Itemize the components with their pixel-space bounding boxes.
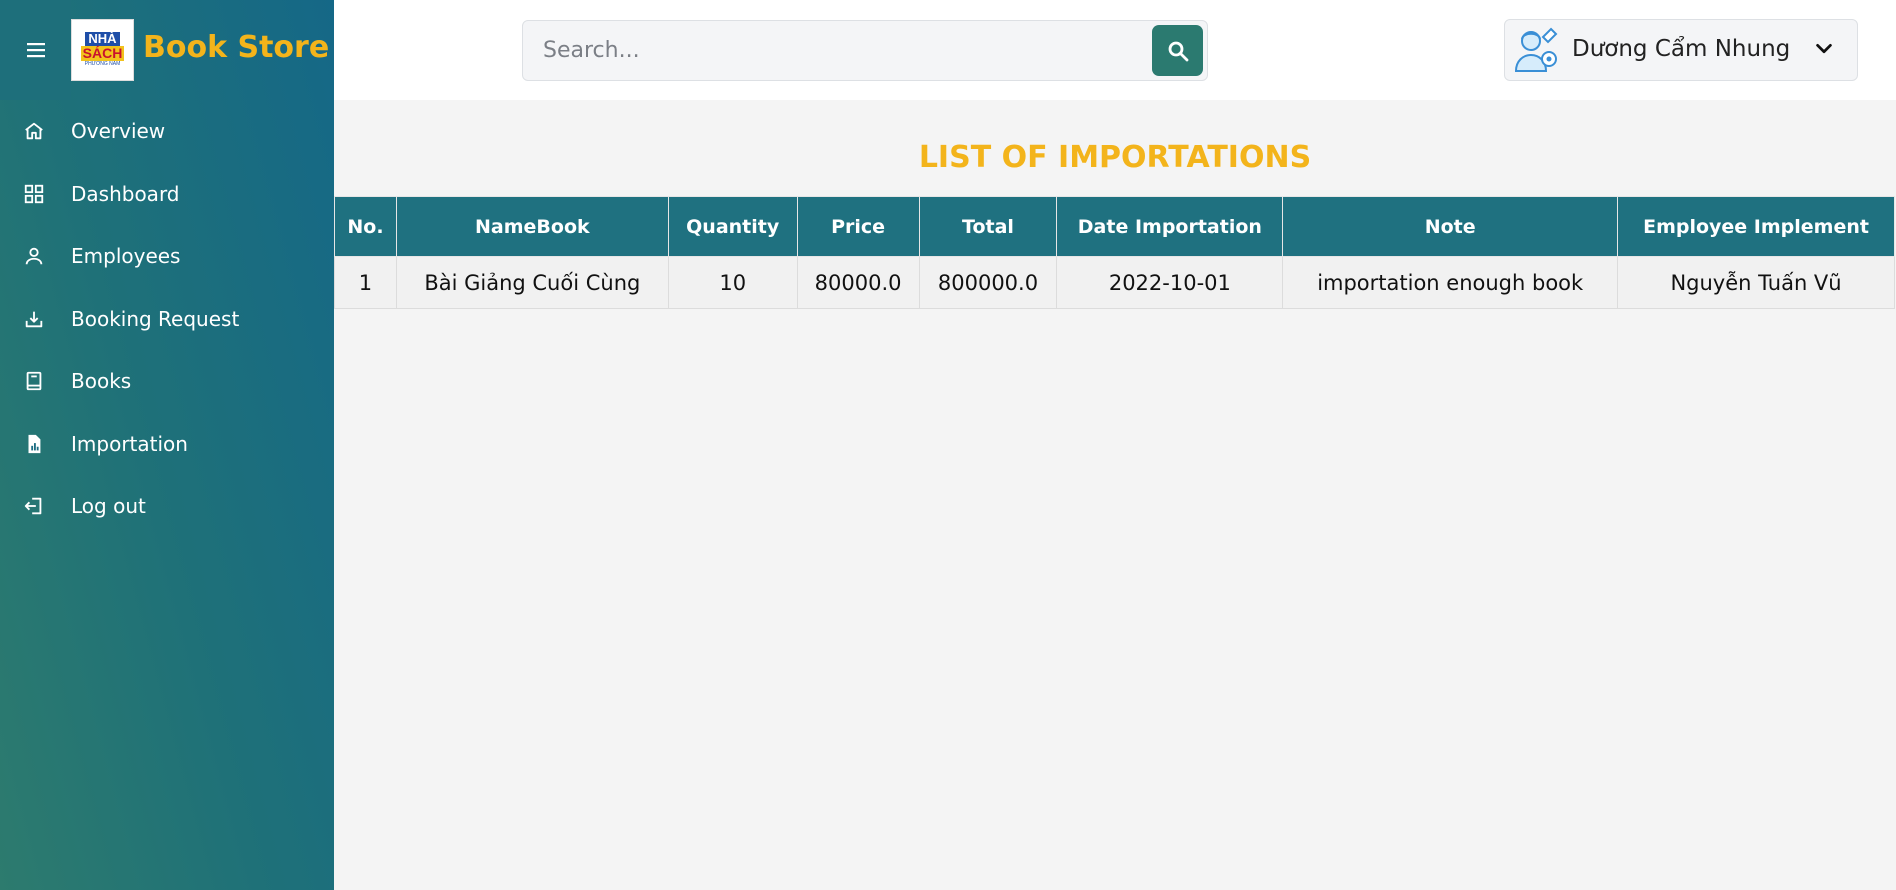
cell-date-importation: 2022-10-01 (1056, 256, 1284, 309)
cell-namebook: Bài Giảng Cuối Cùng (395, 256, 669, 309)
cell-price: 80000.0 (796, 256, 920, 309)
avatar-icon (1514, 27, 1558, 72)
sidebar-item-importation[interactable]: Importation (0, 413, 334, 476)
chevron-down-icon (1816, 43, 1832, 54)
sidebar-item-label: Overview (71, 119, 166, 144)
column-header-namebook: NameBook (395, 196, 669, 257)
sidebar-item-label: Log out (71, 494, 146, 519)
cell-note: importation enough book (1282, 256, 1619, 309)
sidebar-item-label: Employees (71, 244, 181, 269)
logo-line-1: NHÀ (85, 32, 120, 46)
cell-employee-implement: Nguyễn Tuấn Vũ (1617, 256, 1895, 309)
column-header-price: Price (796, 196, 920, 257)
table-row[interactable]: 1 Bài Giảng Cuối Cùng 10 80000.0 800000.… (334, 256, 1895, 309)
table-header-row: No. NameBook Quantity Price Total Date I… (334, 196, 1895, 257)
hamburger-icon (26, 43, 45, 58)
grid-icon (22, 182, 46, 206)
store-logo[interactable]: NHÀ SÁCH PHƯƠNG NAM (71, 19, 134, 81)
logout-icon (22, 494, 46, 518)
brand-title: Book Store (143, 30, 330, 65)
column-header-no: No. (334, 196, 397, 257)
column-header-date-importation: Date Importation (1056, 196, 1284, 257)
column-header-quantity: Quantity (667, 196, 798, 257)
sidebar-item-label: Books (71, 369, 132, 394)
search-input[interactable] (523, 21, 1143, 80)
logo-line-3: PHƯƠNG NAM (84, 61, 121, 67)
home-icon (22, 119, 46, 143)
cell-quantity: 10 (667, 256, 798, 309)
sidebar-item-dashboard[interactable]: Dashboard (0, 163, 334, 226)
logo-line-2: SÁCH (80, 45, 125, 61)
cell-no: 1 (334, 256, 397, 309)
importations-table: No. NameBook Quantity Price Total Date I… (334, 196, 1895, 309)
sidebar-item-label: Importation (71, 431, 188, 456)
search-icon (1168, 41, 1188, 61)
sidebar-item-employees[interactable]: Employees (0, 225, 334, 288)
sidebar-item-logout[interactable]: Log out (0, 475, 334, 538)
sidebar-item-label: Booking Request (71, 306, 240, 331)
user-name: Dương Cẩm Nhung (1572, 36, 1791, 62)
book-icon (22, 369, 46, 393)
column-header-employee-implement: Employee Implement (1617, 196, 1895, 257)
sidebar-item-overview[interactable]: Overview (0, 100, 334, 163)
search-button[interactable] (1152, 25, 1203, 76)
column-header-total: Total (918, 196, 1058, 257)
user-icon (22, 244, 46, 268)
cell-total: 800000.0 (918, 256, 1058, 309)
sidebar-item-label: Dashboard (71, 181, 180, 206)
sidebar-nav: Overview Dashboard Employees Booking Req… (0, 100, 334, 538)
column-header-note: Note (1282, 196, 1619, 257)
download-icon (22, 307, 46, 331)
sidebar: NHÀ SÁCH PHƯƠNG NAM Book Store Overview … (0, 0, 334, 890)
search-bar (522, 20, 1208, 81)
top-header: Dương Cẩm Nhung (334, 0, 1896, 100)
page-title: LIST OF IMPORTATIONS (918, 140, 1312, 175)
sidebar-item-booking-request[interactable]: Booking Request (0, 288, 334, 351)
user-menu[interactable]: Dương Cẩm Nhung (1504, 19, 1858, 81)
sidebar-item-books[interactable]: Books (0, 350, 334, 413)
document-chart-icon (22, 432, 46, 456)
menu-toggle-button[interactable] (0, 0, 71, 100)
